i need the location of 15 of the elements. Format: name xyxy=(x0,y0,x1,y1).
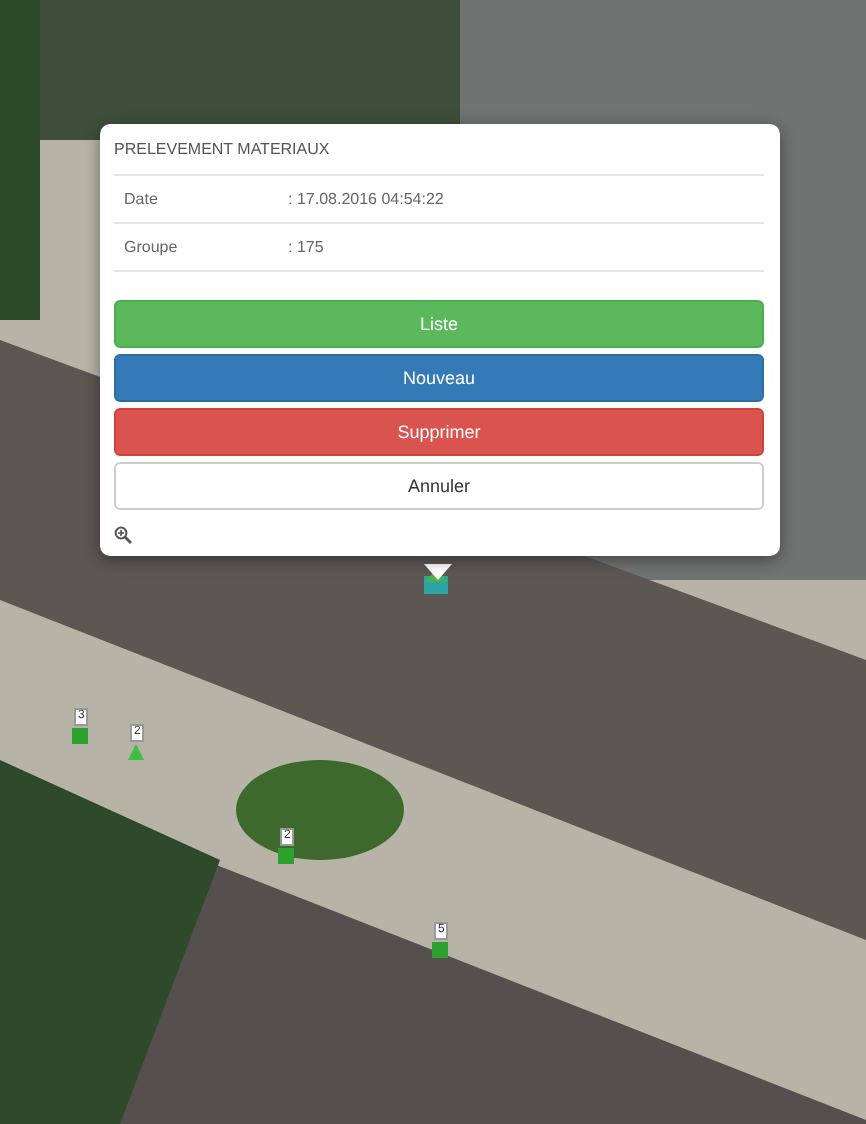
field-label: Date xyxy=(124,190,160,208)
action-button[interactable]: Liste xyxy=(114,300,764,348)
action-button[interactable]: Supprimer xyxy=(114,408,764,456)
zoom-in-icon[interactable] xyxy=(114,526,132,544)
square-marker-icon[interactable] xyxy=(278,848,294,864)
popup-title: PRELEVEMENT MATERIAUX xyxy=(114,136,764,176)
action-button[interactable]: Annuler xyxy=(114,462,764,510)
square-marker-icon[interactable] xyxy=(72,728,88,744)
square-marker-icon[interactable] xyxy=(432,942,448,958)
field-value: : 17.08.2016 04:54:22 xyxy=(288,190,444,208)
field-value: : 175 xyxy=(288,238,324,256)
action-button[interactable]: Nouveau xyxy=(114,354,764,402)
triangle-marker-icon[interactable] xyxy=(128,744,144,760)
field-label: Groupe xyxy=(124,238,180,256)
selected-marker-icon[interactable] xyxy=(422,570,450,596)
